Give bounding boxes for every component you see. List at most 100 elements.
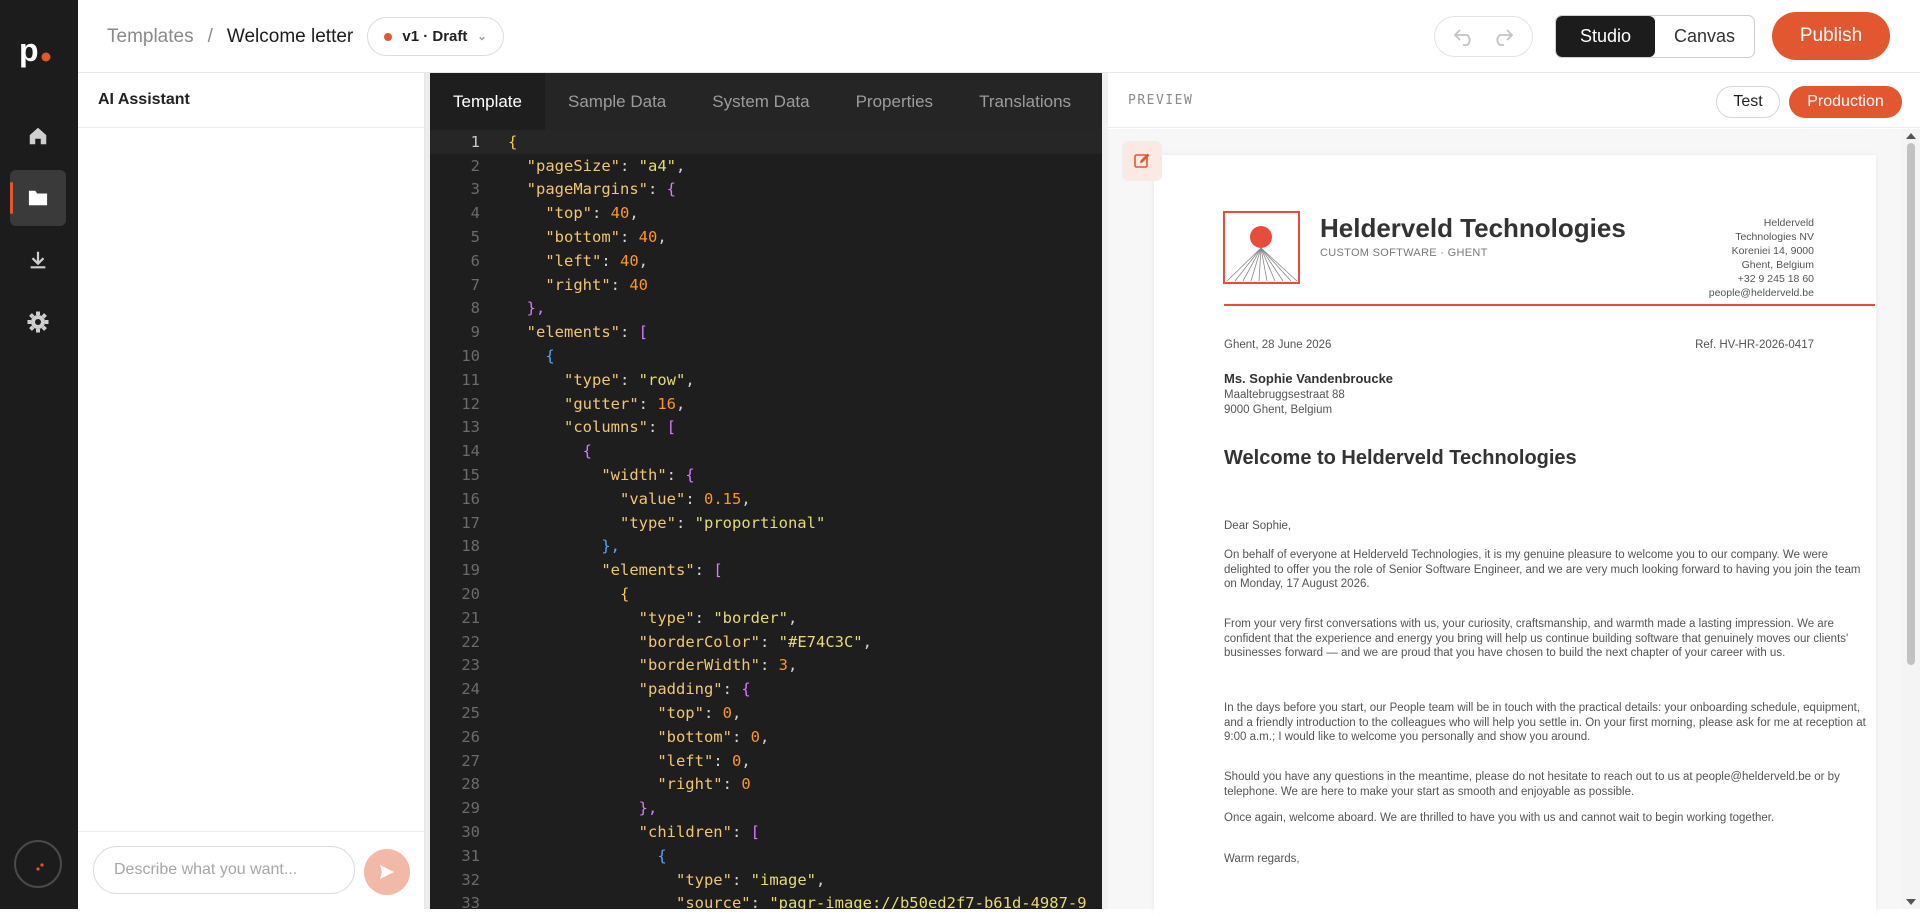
code-text: {	[545, 347, 555, 366]
code-line[interactable]: 30 "children": [	[430, 820, 1102, 844]
breadcrumb: Templates / Welcome letter	[107, 0, 353, 73]
code-line[interactable]: 25 "top": 0,	[430, 701, 1102, 725]
address-line: Helderveld	[1763, 217, 1814, 229]
studio-mode-button[interactable]: Studio	[1556, 16, 1655, 57]
edit-preview-button[interactable]	[1122, 141, 1162, 181]
ai-prompt-input[interactable]	[93, 846, 355, 894]
code-line[interactable]: 27 "left": 0,	[430, 749, 1102, 773]
test-env-button[interactable]: Test	[1716, 86, 1780, 118]
code-line[interactable]: 17 "type": "proportional"	[430, 511, 1102, 535]
code-line[interactable]: 14 {	[430, 439, 1102, 463]
code-text: "type": "image",	[675, 870, 826, 889]
letter-heading: Welcome to Helderveld Technologies	[1224, 447, 1577, 469]
home-nav-button[interactable]	[10, 108, 66, 164]
code-text: "padding": {	[638, 680, 751, 699]
code-line[interactable]: 23 "borderWidth": 3,	[430, 654, 1102, 678]
send-button[interactable]	[364, 849, 410, 895]
line-number: 15	[461, 466, 480, 485]
canvas-mode-button[interactable]: Canvas	[1655, 16, 1754, 57]
code-line[interactable]: 2 "pageSize": "a4",	[430, 154, 1102, 178]
ai-input-bar	[78, 831, 424, 909]
code-line[interactable]: 24 "padding": {	[430, 677, 1102, 701]
code-line[interactable]: 31 {	[430, 844, 1102, 868]
scroll-up-arrow[interactable]	[1906, 133, 1916, 139]
code-line[interactable]: 32 "type": "image",	[430, 868, 1102, 892]
tab-translations[interactable]: Translations	[956, 73, 1094, 130]
scrollbar-thumb[interactable]	[1907, 143, 1915, 665]
code-text: {	[508, 132, 518, 151]
address-line: people@helderveld.be	[1708, 287, 1814, 299]
editor-tabs: Template Sample Data System Data Propert…	[430, 73, 1102, 130]
publish-button[interactable]: Publish	[1772, 12, 1890, 60]
code-line[interactable]: 20 {	[430, 582, 1102, 606]
code-line[interactable]: 4 "top": 40,	[430, 201, 1102, 225]
version-label: v1 · Draft	[402, 28, 468, 45]
edit-icon	[1134, 153, 1150, 168]
code-line[interactable]: 1{	[430, 130, 1102, 154]
address-line: Technologies NV	[1735, 231, 1814, 243]
code-line[interactable]: 16 "value": 0.15,	[430, 487, 1102, 511]
preview-scrollbar[interactable]	[1902, 129, 1920, 909]
line-number: 6	[470, 251, 480, 270]
code-line[interactable]: 15 "width": {	[430, 463, 1102, 487]
breadcrumb-templates-link[interactable]: Templates	[107, 26, 194, 48]
code-line[interactable]: 21 "type": "border",	[430, 606, 1102, 630]
line-number: 16	[461, 489, 480, 508]
code-line[interactable]: 12 "gutter": 16,	[430, 392, 1102, 416]
line-number: 33	[461, 894, 480, 909]
code-text: "right": 40	[545, 275, 648, 294]
app-logo[interactable]: p	[0, 34, 78, 70]
line-number: 24	[461, 680, 480, 699]
code-line[interactable]: 10 {	[430, 344, 1102, 368]
settings-nav-button[interactable]	[10, 294, 66, 350]
gear-icon	[27, 311, 49, 333]
code-area[interactable]: 1{2 "pageSize": "a4", 3 "pageMargins": {4…	[430, 130, 1102, 909]
letter-paragraph: On behalf of everyone at Helderveld Tech…	[1224, 549, 1861, 590]
tab-system-data[interactable]: System Data	[689, 73, 832, 130]
line-number: 5	[470, 228, 480, 247]
code-line[interactable]: 11 "type": "row",	[430, 368, 1102, 392]
code-text: {	[657, 846, 667, 865]
code-line[interactable]: 3 "pageMargins": {	[430, 178, 1102, 202]
tab-template[interactable]: Template	[430, 73, 545, 130]
code-line[interactable]: 29 },	[430, 796, 1102, 820]
line-number: 28	[461, 775, 480, 794]
mode-switch: Studio Canvas	[1555, 15, 1755, 58]
avatar-icon	[36, 863, 44, 871]
code-line[interactable]: 26 "bottom": 0,	[430, 725, 1102, 749]
svg-text:p: p	[19, 35, 39, 68]
templates-nav-button[interactable]	[10, 170, 66, 226]
code-line[interactable]: 5 "bottom": 40,	[430, 225, 1102, 249]
line-number: 20	[461, 585, 480, 604]
undo-icon[interactable]	[1453, 28, 1475, 46]
letter-closing: Warm regards,	[1224, 853, 1300, 865]
line-number: 7	[470, 275, 480, 294]
scroll-down-arrow[interactable]	[1906, 899, 1916, 905]
code-text: "gutter": 16,	[564, 394, 686, 413]
code-line[interactable]: 18 },	[430, 535, 1102, 559]
code-line[interactable]: 7 "right": 40	[430, 273, 1102, 297]
code-line[interactable]: 28 "right": 0	[430, 773, 1102, 797]
user-avatar[interactable]	[14, 840, 62, 888]
download-nav-button[interactable]	[10, 232, 66, 288]
top-bar: Templates / Welcome letter v1 · Draft ⌄ …	[78, 0, 1920, 73]
code-line[interactable]: 33 "source": "pagr-image://b50ed2f7-b61d…	[430, 892, 1102, 909]
code-text: "pageSize": "a4",	[526, 156, 686, 175]
code-line[interactable]: 22 "borderColor": "#E74C3C",	[430, 630, 1102, 654]
code-line[interactable]: 6 "left": 40,	[430, 249, 1102, 273]
tab-properties[interactable]: Properties	[833, 73, 956, 130]
production-env-button[interactable]: Production	[1789, 86, 1902, 118]
version-dropdown[interactable]: v1 · Draft ⌄	[367, 17, 504, 56]
redo-icon[interactable]	[1492, 28, 1514, 46]
company-tagline: CUSTOM SOFTWARE · GHENT	[1320, 247, 1488, 259]
code-line[interactable]: 9 "elements": [	[430, 320, 1102, 344]
code-text: },	[526, 299, 546, 318]
code-text: "pageMargins": {	[526, 180, 677, 199]
tab-sample-data[interactable]: Sample Data	[545, 73, 689, 130]
code-line[interactable]: 8 },	[430, 297, 1102, 321]
preview-canvas: Helderveld Technologies CUSTOM SOFTWARE …	[1108, 129, 1908, 915]
line-number: 30	[461, 823, 480, 841]
code-line[interactable]: 13 "columns": [	[430, 416, 1102, 440]
letter-reference: Ref. HV-HR-2026-0417	[1695, 339, 1814, 351]
code-line[interactable]: 19 "elements": [	[430, 558, 1102, 582]
